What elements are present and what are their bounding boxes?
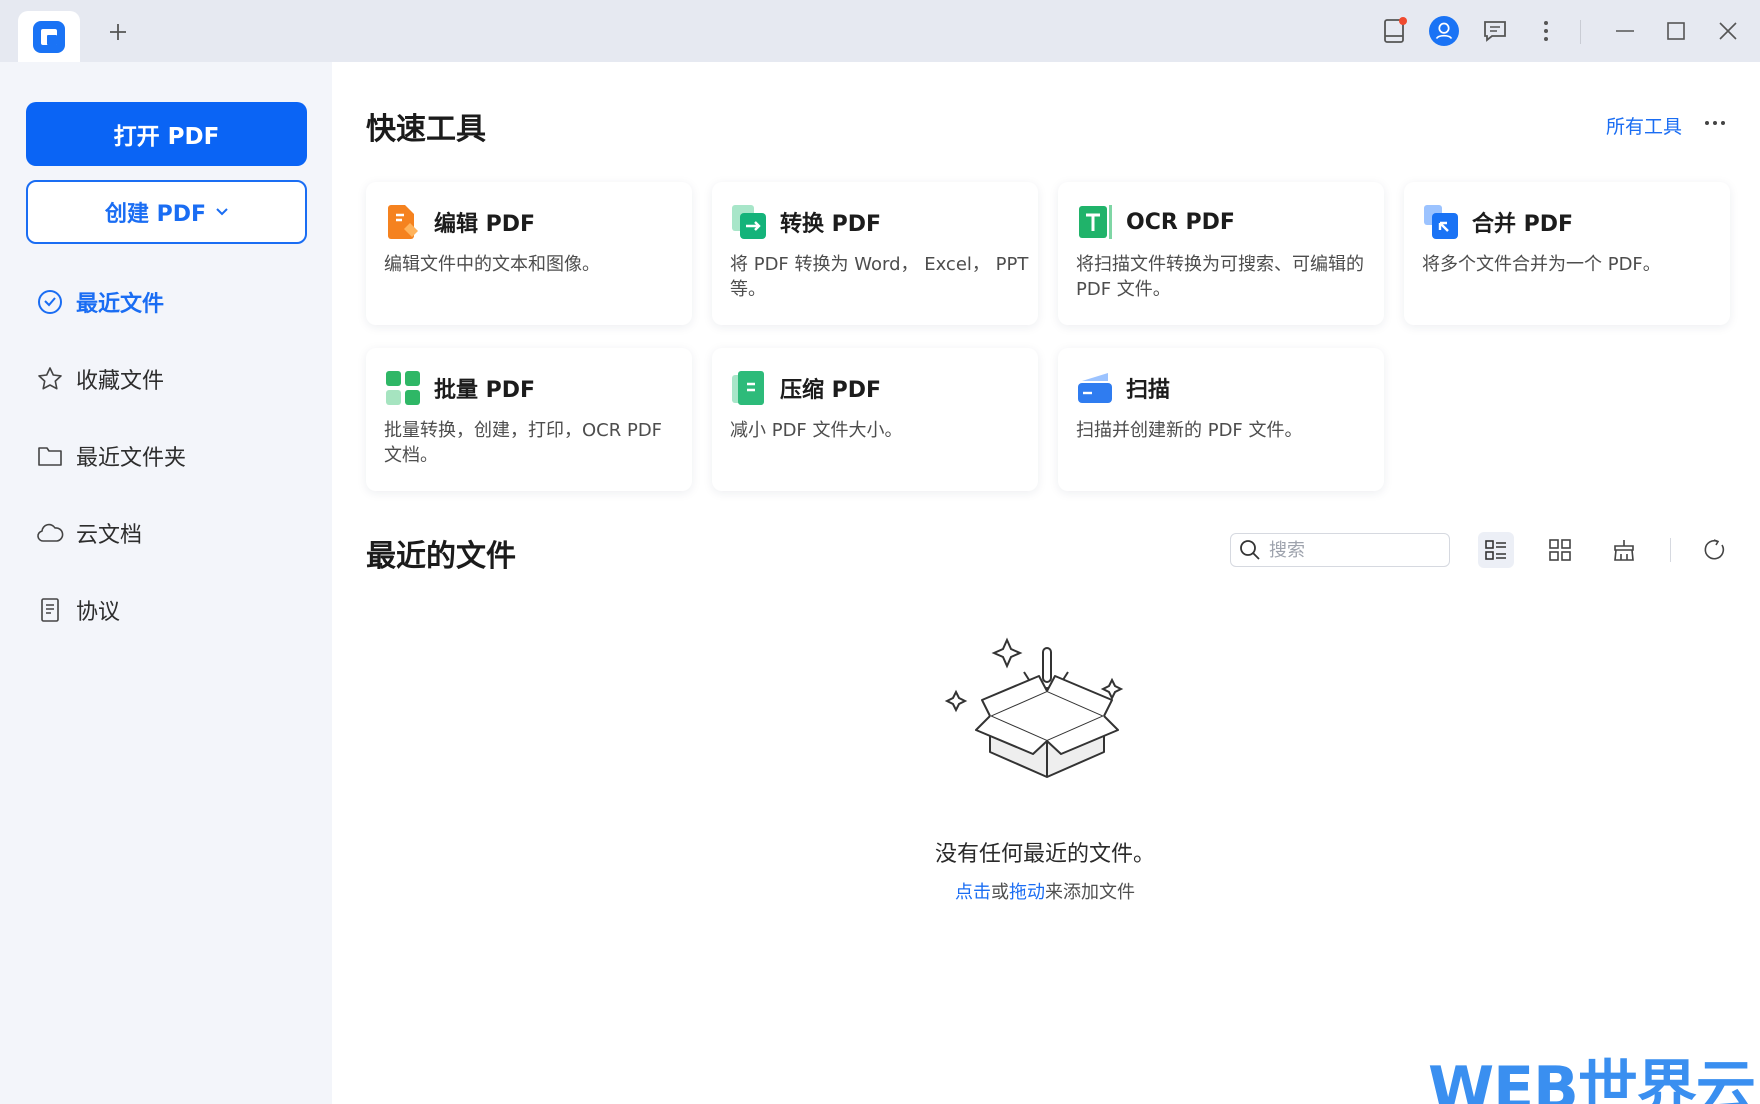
empty-state-message: 没有任何最近的文件。 [934,842,1155,867]
search-input[interactable] [1269,539,1429,561]
app-logo-icon [33,20,65,53]
compress-pdf-icon [732,371,764,405]
minimize-button[interactable] [1610,16,1640,46]
clock-icon [36,288,64,316]
titlebar-divider [1580,20,1581,44]
more-menu-button[interactable] [1531,16,1561,46]
sidebar-item-label: 最近文件夹 [76,446,187,471]
refresh-button[interactable] [1696,532,1732,568]
list-view-button[interactable] [1478,532,1514,568]
clear-recent-button[interactable] [1606,532,1642,568]
more-horizontal-icon [1705,121,1725,125]
minimize-icon [1616,30,1634,32]
document-icon [36,596,64,624]
batch-pdf-icon [386,371,420,405]
sidebar-item-recent-folders[interactable]: 最近文件夹 [36,436,186,476]
tool-card-convert-pdf[interactable]: 转换 PDF 将 PDF 转换为 Word， Excel， PPT等。 [712,182,1038,325]
watermark-logo: WEB世界云 [1428,1054,1756,1104]
more-vertical-icon [1544,21,1548,41]
empty-state-hint: 点击或拖动来添加文件 [900,878,1190,904]
edit-pdf-icon [388,205,418,239]
click-to-add-link[interactable]: 点击 [955,882,991,903]
grid-view-icon [1549,539,1571,561]
tool-description: 将 PDF 转换为 Word， Excel， PPT等。 [730,254,1029,300]
tool-description: 编辑文件中的文本和图像。 [384,254,600,275]
plus-icon [110,24,126,40]
sidebar-item-recent-files[interactable]: 最近文件 [36,282,164,322]
create-pdf-button[interactable]: 创建 PDF [26,180,307,244]
chevron-down-icon [216,208,228,216]
maximize-button[interactable] [1661,16,1691,46]
maximize-icon [1667,22,1685,40]
tool-description: 批量转换，创建，打印，OCR PDF 文档。 [384,420,663,466]
tool-card-compress-pdf[interactable]: 压缩 PDF 减小 PDF 文件大小。 [712,348,1038,491]
tool-description: 将多个文件合并为一个 PDF。 [1422,254,1661,275]
tool-card-scan[interactable]: 扫描 扫描并创建新的 PDF 文件。 [1058,348,1384,491]
tool-description: 减小 PDF 文件大小。 [730,420,903,441]
sidebar-item-label: 协议 [76,600,121,625]
sidebar-item-agreements[interactable]: 协议 [36,590,120,630]
tool-name: 转换 PDF [780,212,882,237]
notification-icon [1384,17,1407,43]
recent-files-title: 最近的文件 [366,539,516,574]
hint-or-text: 或 [991,882,1009,903]
tool-card-edit-pdf[interactable]: 编辑 PDF 编辑文件中的文本和图像。 [366,182,692,325]
tool-card-merge-pdf[interactable]: 合并 PDF 将多个文件合并为一个 PDF。 [1404,182,1730,325]
sidebar-item-label: 云文档 [76,523,143,548]
new-tab-button[interactable] [104,18,132,46]
search-field[interactable] [1230,533,1450,567]
sidebar-item-favorites[interactable]: 收藏文件 [36,359,164,399]
grid-view-button[interactable] [1542,532,1578,568]
search-icon [1240,540,1260,560]
feedback-icon [1484,21,1506,42]
list-view-icon [1485,540,1506,560]
app-home-tab[interactable] [18,11,80,62]
tool-description: 将扫描文件转换为可搜索、可编辑的 PDF 文件。 [1076,254,1364,300]
cloud-icon [36,519,64,547]
close-button[interactable] [1713,16,1743,46]
refresh-icon [1704,539,1725,560]
close-icon [1719,22,1737,40]
folder-icon [36,442,64,470]
all-tools-link[interactable]: 所有工具 [1606,112,1682,139]
tool-card-ocr-pdf[interactable]: OCR PDF 将扫描文件转换为可搜索、可编辑的 PDF 文件。 [1058,182,1384,325]
broom-icon [1614,540,1634,561]
sidebar-item-label: 最近文件 [76,292,165,317]
tool-name: 压缩 PDF [780,378,882,403]
scan-icon [1078,373,1112,403]
sidebar-item-label: 收藏文件 [76,369,165,394]
empty-box-illustration [944,637,1124,778]
account-button[interactable] [1429,16,1459,46]
quick-tools-more-button[interactable] [1700,108,1730,138]
tool-name: 批量 PDF [434,378,536,403]
tool-card-batch-pdf[interactable]: 批量 PDF 批量转换，创建，打印，OCR PDF 文档。 [366,348,692,491]
hint-rest-text: 来添加文件 [1045,882,1135,903]
account-icon [1429,16,1459,46]
quick-tools-title: 快速工具 [366,112,486,147]
tool-name: 合并 PDF [1472,212,1574,237]
merge-pdf-icon [1424,205,1458,239]
convert-pdf-icon [732,205,766,239]
ocr-pdf-icon [1079,205,1112,239]
tool-name: 扫描 [1126,378,1171,403]
tool-description: 扫描并创建新的 PDF 文件。 [1076,420,1303,441]
title-bar [0,0,1760,62]
star-icon [36,365,64,393]
open-pdf-button[interactable]: 打开 PDF [26,102,307,166]
feedback-button[interactable] [1480,16,1510,46]
create-pdf-label: 创建 PDF [104,202,207,227]
notification-button[interactable] [1380,16,1410,46]
tool-name: 编辑 PDF [434,212,536,237]
sidebar-item-cloud-docs[interactable]: 云文档 [36,513,142,553]
toolbar-divider [1670,538,1671,562]
tool-name: OCR PDF [1126,209,1235,235]
drag-to-add-link[interactable]: 拖动 [1009,882,1045,903]
sidebar: 打开 PDF 创建 PDF 最近文件 收藏文件 最近文件夹 云文档 协议 [0,62,332,1104]
